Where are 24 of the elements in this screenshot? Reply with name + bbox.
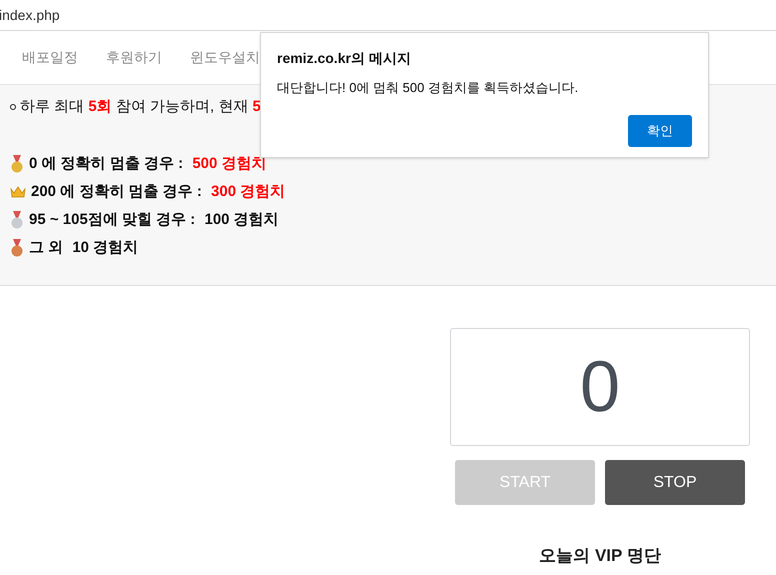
bullet-icon <box>10 104 16 110</box>
reward-value: 100 경험치 <box>204 210 279 230</box>
reward-value: 300 경험치 <box>211 182 286 202</box>
nav-tab[interactable]: 배포일정 <box>22 47 78 68</box>
confirm-button[interactable]: 확인 <box>628 114 692 146</box>
nav-tab[interactable]: 후원하기 <box>106 47 162 68</box>
dialog-message: 대단합니다! 0에 멈춰 500 경험치를 획득하셨습니다. <box>277 79 580 97</box>
medal-icon <box>10 155 24 173</box>
medal-icon <box>10 239 24 257</box>
notice-text: 하루 최대 5회 참여 가능하며, 현재 5 <box>20 96 261 117</box>
score-display: 0 <box>450 328 750 446</box>
reward-condition: 그 외 <box>29 238 64 258</box>
reward-value: 10 경험치 <box>72 238 138 258</box>
reward-condition: 200 에 정확히 멈출 경우 : <box>31 182 203 202</box>
crown-icon <box>10 185 26 199</box>
vip-title: 오늘의 VIP 명단 <box>539 545 661 567</box>
nav-tab[interactable]: 윈도우설치 <box>190 47 260 68</box>
reward-condition: 95 ~ 105점에 맞힐 경우 : <box>29 210 196 230</box>
medal-icon <box>10 211 24 229</box>
reward-value: 500 경험치 <box>192 154 267 174</box>
address-text[interactable]: index.php <box>0 4 60 26</box>
dialog-title: remiz.co.kr의 메시지 <box>277 49 412 68</box>
game-button[interactable]: STOP <box>605 460 745 505</box>
reward-condition: 0 에 정확히 멈출 경우 : <box>29 154 184 174</box>
